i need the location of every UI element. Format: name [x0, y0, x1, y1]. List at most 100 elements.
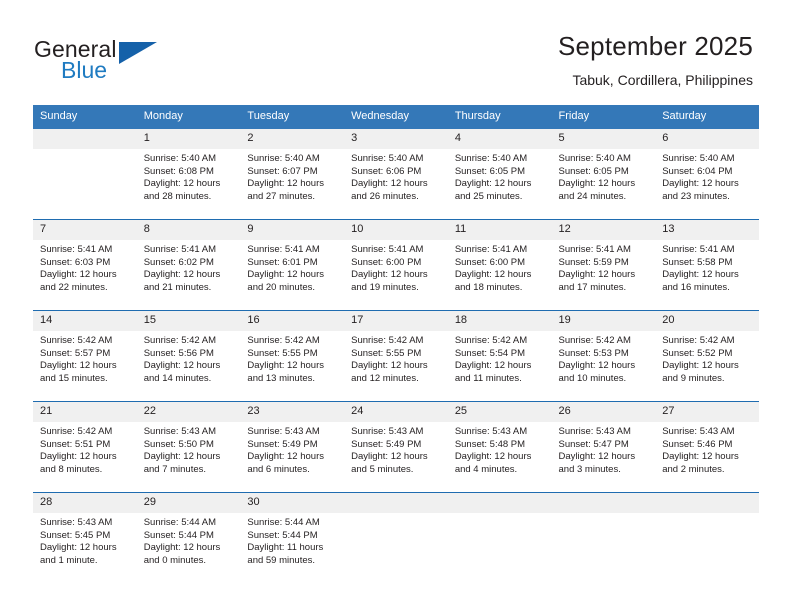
calendar-day-cell[interactable]: 12 Sunrise: 5:41 AM Sunset: 5:59 PM Dayligh…: [551, 219, 656, 311]
day-number: 3: [344, 129, 448, 149]
day-info-sunset: Sunset: 5:49 PM: [247, 438, 318, 450]
day-info-daylight2: and 22 minutes.: [40, 281, 108, 293]
day-info-daylight1: Daylight: 12 hours: [558, 178, 636, 190]
day-sun-info: Sunrise: 5:43 AM Sunset: 5:47 PM Daylight:…: [552, 422, 656, 476]
day-info-daylight2: and 23 minutes.: [662, 190, 730, 202]
calendar-day-cell[interactable]: 3 Sunrise: 5:40 AM Sunset: 6:06 PM Daylight…: [344, 129, 448, 220]
day-info-daylight1: Daylight: 12 hours: [40, 269, 117, 281]
day-info-sunrise: Sunrise: 5:43 AM: [558, 426, 631, 437]
day-sun-info: Sunrise: 5:41 AM Sunset: 6:02 PM Daylight:…: [137, 240, 241, 294]
calendar-day-cell[interactable]: 8 Sunrise: 5:41 AM Sunset: 6:02 PM Daylight…: [136, 219, 241, 311]
calendar-week-row: 21 Sunrise: 5:42 AM Sunset: 5:51 PM Dayligh…: [33, 401, 759, 493]
logo-flag-icon: [119, 42, 157, 64]
day-info-sunrise: Sunrise: 5:42 AM: [558, 335, 631, 346]
day-number: 6: [655, 129, 759, 149]
day-sun-info: Sunrise: 5:43 AM Sunset: 5:49 PM Daylight:…: [240, 422, 344, 476]
day-number: 23: [240, 402, 345, 422]
day-info-sunset: Sunset: 6:03 PM: [40, 256, 111, 268]
calendar-day-cell[interactable]: 24 Sunrise: 5:43 AM Sunset: 5:49 PM Dayligh…: [344, 401, 448, 493]
day-info-sunrise: Sunrise: 5:41 AM: [558, 244, 631, 255]
calendar-day-cell[interactable]: 10 Sunrise: 5:41 AM Sunset: 6:00 PM Dayligh…: [344, 219, 448, 311]
calendar-day-cell[interactable]: 9 Sunrise: 5:41 AM Sunset: 6:01 PM Daylight…: [240, 219, 345, 311]
calendar-day-cell[interactable]: [447, 492, 552, 583]
day-info-daylight2: and 59 minutes.: [247, 554, 316, 566]
calendar-day-cell[interactable]: 13 Sunrise: 5:41 AM Sunset: 5:58 PM Dayligh…: [655, 219, 759, 311]
calendar-day-cell[interactable]: 29 Sunrise: 5:44 AM Sunset: 5:44 PM Dayligh…: [136, 492, 241, 583]
day-info-daylight1: Daylight: 12 hours: [247, 269, 324, 281]
day-info-sunset: Sunset: 6:00 PM: [454, 256, 526, 268]
day-number: 21: [33, 402, 137, 422]
calendar-day-cell[interactable]: 4 Sunrise: 5:40 AM Sunset: 6:05 PM Daylight…: [447, 129, 552, 220]
calendar-day-cell[interactable]: [551, 492, 656, 583]
day-info-daylight2: and 11 minutes.: [454, 372, 522, 384]
calendar-day-cell[interactable]: [344, 492, 448, 583]
day-number: 14: [33, 311, 137, 331]
day-info-sunset: Sunset: 6:01 PM: [247, 256, 318, 268]
day-sun-info: Sunrise: 5:40 AM Sunset: 6:05 PM Daylight:…: [448, 149, 552, 203]
calendar-day-cell[interactable]: [33, 129, 137, 220]
day-info-sunset: Sunset: 5:47 PM: [558, 438, 629, 450]
day-number: 15: [136, 311, 241, 331]
day-info-sunset: Sunset: 5:51 PM: [40, 438, 111, 450]
day-info-daylight2: and 28 minutes.: [143, 190, 212, 202]
weekday-header-monday: Monday: [136, 105, 241, 129]
calendar-day-cell[interactable]: 25 Sunrise: 5:43 AM Sunset: 5:48 PM Dayligh…: [447, 401, 552, 493]
day-info-sunset: Sunset: 5:59 PM: [558, 256, 629, 268]
calendar-day-cell[interactable]: 17 Sunrise: 5:42 AM Sunset: 5:55 PM Dayligh…: [344, 310, 448, 402]
day-info-daylight2: and 19 minutes.: [351, 281, 419, 293]
calendar-day-cell[interactable]: [655, 492, 759, 583]
calendar-day-cell[interactable]: 2 Sunrise: 5:40 AM Sunset: 6:07 PM Daylight…: [240, 129, 345, 220]
day-info-daylight2: and 2 minutes.: [662, 463, 725, 475]
day-sun-info: Sunrise: 5:43 AM Sunset: 5:46 PM Daylight:…: [655, 422, 759, 476]
day-info-daylight1: Daylight: 12 hours: [247, 178, 324, 190]
day-info-sunset: Sunset: 5:45 PM: [40, 529, 111, 541]
day-number: 20: [655, 311, 759, 331]
day-info-sunrise: Sunrise: 5:40 AM: [558, 153, 631, 164]
calendar-day-cell[interactable]: 30 Sunrise: 5:44 AM Sunset: 5:44 PM Dayligh…: [240, 492, 345, 583]
day-info-sunrise: Sunrise: 5:40 AM: [351, 153, 424, 164]
calendar-day-cell[interactable]: 7 Sunrise: 5:41 AM Sunset: 6:03 PM Daylight…: [33, 219, 137, 311]
day-info-sunset: Sunset: 5:52 PM: [662, 347, 733, 359]
day-info-sunset: Sunset: 6:07 PM: [247, 165, 318, 177]
day-info-daylight2: and 25 minutes.: [454, 190, 523, 202]
weekday-header-thursday: Thursday: [447, 105, 552, 129]
day-sun-info: Sunrise: 5:40 AM Sunset: 6:07 PM Daylight:…: [240, 149, 344, 203]
calendar-day-cell[interactable]: 1 Sunrise: 5:40 AM Sunset: 6:08 PM Daylight…: [136, 129, 241, 220]
calendar-day-cell[interactable]: 21 Sunrise: 5:42 AM Sunset: 5:51 PM Dayligh…: [33, 401, 137, 493]
calendar-day-cell[interactable]: 28 Sunrise: 5:43 AM Sunset: 5:45 PM Dayligh…: [33, 492, 137, 583]
day-info-sunrise: Sunrise: 5:42 AM: [351, 335, 424, 346]
calendar-day-cell[interactable]: 11 Sunrise: 5:41 AM Sunset: 6:00 PM Dayligh…: [447, 219, 552, 311]
calendar-day-cell[interactable]: 23 Sunrise: 5:43 AM Sunset: 5:49 PM Dayligh…: [240, 401, 345, 493]
calendar-day-cell[interactable]: 22 Sunrise: 5:43 AM Sunset: 5:50 PM Dayligh…: [136, 401, 241, 493]
day-info-sunrise: Sunrise: 5:44 AM: [247, 517, 320, 528]
day-info-sunset: Sunset: 5:55 PM: [351, 347, 422, 359]
calendar-day-cell[interactable]: 19 Sunrise: 5:42 AM Sunset: 5:53 PM Dayligh…: [551, 310, 656, 402]
logo-general-blue[interactable]: General Blue: [34, 36, 224, 88]
day-info-daylight1: Daylight: 12 hours: [351, 451, 428, 463]
day-info-sunset: Sunset: 6:04 PM: [662, 165, 733, 177]
calendar-week-row: 28 Sunrise: 5:43 AM Sunset: 5:45 PM Dayligh…: [33, 492, 759, 583]
day-info-sunset: Sunset: 5:44 PM: [247, 529, 318, 541]
calendar-day-cell[interactable]: 15 Sunrise: 5:42 AM Sunset: 5:56 PM Dayligh…: [136, 310, 241, 402]
day-sun-info: Sunrise: 5:43 AM Sunset: 5:49 PM Daylight:…: [344, 422, 448, 476]
calendar-day-cell[interactable]: 5 Sunrise: 5:40 AM Sunset: 6:05 PM Daylight…: [551, 129, 656, 220]
day-sun-info: Sunrise: 5:43 AM Sunset: 5:45 PM Daylight:…: [33, 513, 137, 567]
day-sun-info: Sunrise: 5:42 AM Sunset: 5:56 PM Daylight:…: [137, 331, 241, 385]
calendar-day-cell[interactable]: 18 Sunrise: 5:42 AM Sunset: 5:54 PM Dayligh…: [447, 310, 552, 402]
day-number: 29: [136, 493, 241, 513]
day-info-sunset: Sunset: 5:50 PM: [143, 438, 214, 450]
day-number: [447, 493, 552, 513]
day-info-daylight2: and 14 minutes.: [143, 372, 212, 384]
day-sun-info: Sunrise: 5:41 AM Sunset: 6:01 PM Daylight:…: [240, 240, 344, 294]
calendar-day-cell[interactable]: 26 Sunrise: 5:43 AM Sunset: 5:47 PM Dayligh…: [551, 401, 656, 493]
calendar-day-cell[interactable]: 6 Sunrise: 5:40 AM Sunset: 6:04 PM Daylight…: [655, 129, 759, 220]
calendar-day-cell[interactable]: 14 Sunrise: 5:42 AM Sunset: 5:57 PM Dayligh…: [33, 310, 137, 402]
calendar-day-cell[interactable]: 20 Sunrise: 5:42 AM Sunset: 5:52 PM Dayligh…: [655, 310, 759, 402]
day-sun-info: Sunrise: 5:41 AM Sunset: 5:59 PM Daylight:…: [552, 240, 656, 294]
day-number: 16: [240, 311, 345, 331]
calendar-day-cell[interactable]: 27 Sunrise: 5:43 AM Sunset: 5:46 PM Dayligh…: [655, 401, 759, 493]
day-info-daylight1: Daylight: 12 hours: [351, 269, 428, 281]
day-info-sunrise: Sunrise: 5:42 AM: [143, 335, 217, 346]
calendar-day-cell[interactable]: 16 Sunrise: 5:42 AM Sunset: 5:55 PM Dayligh…: [240, 310, 345, 402]
day-sun-info: Sunrise: 5:40 AM Sunset: 6:06 PM Daylight:…: [344, 149, 448, 203]
